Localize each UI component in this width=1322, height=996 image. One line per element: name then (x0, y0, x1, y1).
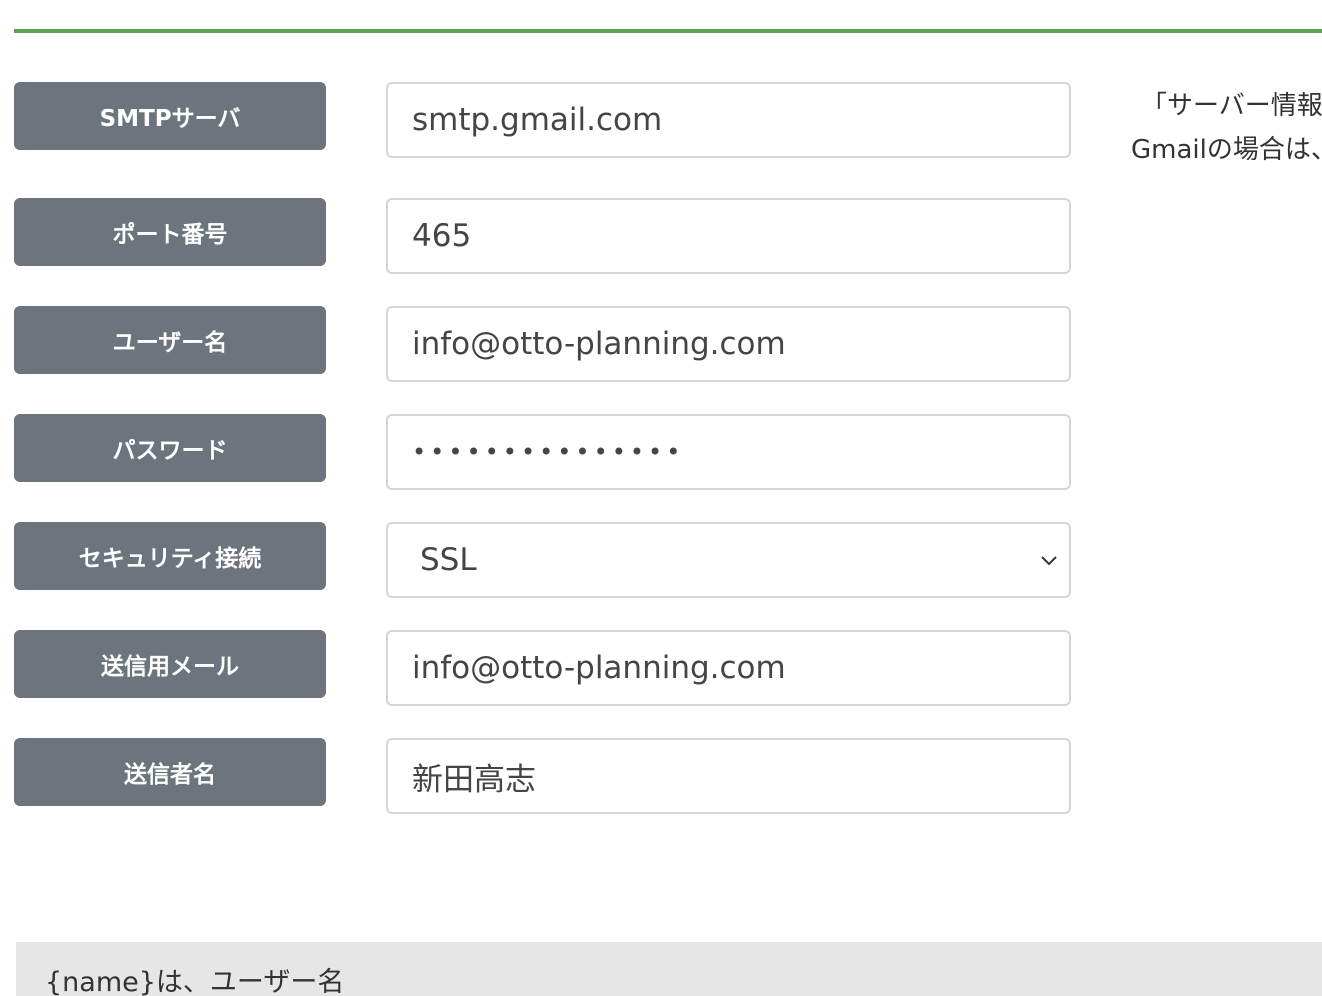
smtp-server-input[interactable] (386, 82, 1071, 158)
password-row: パスワード (14, 414, 1071, 490)
server-info-note-line1: 「サーバー情報 (1141, 91, 1322, 121)
port-label: ポート番号 (14, 198, 326, 266)
chevron-down-icon (1041, 556, 1057, 566)
server-info-note-line2: Gmailの場合は、 (1131, 135, 1322, 165)
security-select[interactable]: SSL (386, 522, 1071, 598)
placeholder-help-text: {name}は、ユーザー名 (45, 967, 345, 996)
smtp-settings-page: SMTPサーバ ポート番号 ユーザー名 パスワード セキュリティ接続 SSL 送… (0, 0, 1322, 996)
smtp-server-row: SMTPサーバ (14, 82, 1071, 158)
sender-name-input[interactable] (386, 738, 1071, 814)
sender-email-label: 送信用メール (14, 630, 326, 698)
sender-name-label: 送信者名 (14, 738, 326, 806)
password-label: パスワード (14, 414, 326, 482)
security-select-value: SSL (420, 542, 477, 578)
sender-email-input[interactable] (386, 630, 1071, 706)
server-info-note: 「サーバー情報 Gmailの場合は、 (1131, 84, 1322, 172)
username-label: ユーザー名 (14, 306, 326, 374)
username-row: ユーザー名 (14, 306, 1071, 382)
username-input[interactable] (386, 306, 1071, 382)
sender-email-row: 送信用メール (14, 630, 1071, 706)
sender-name-row: 送信者名 (14, 738, 1071, 814)
section-divider (14, 29, 1322, 33)
port-row: ポート番号 (14, 198, 1071, 274)
password-input[interactable] (386, 414, 1071, 490)
smtp-server-label: SMTPサーバ (14, 82, 326, 150)
port-input[interactable] (386, 198, 1071, 274)
placeholder-help-panel: {name}は、ユーザー名 (16, 942, 1322, 996)
security-label: セキュリティ接続 (14, 522, 326, 590)
security-row: セキュリティ接続 SSL (14, 522, 1071, 598)
